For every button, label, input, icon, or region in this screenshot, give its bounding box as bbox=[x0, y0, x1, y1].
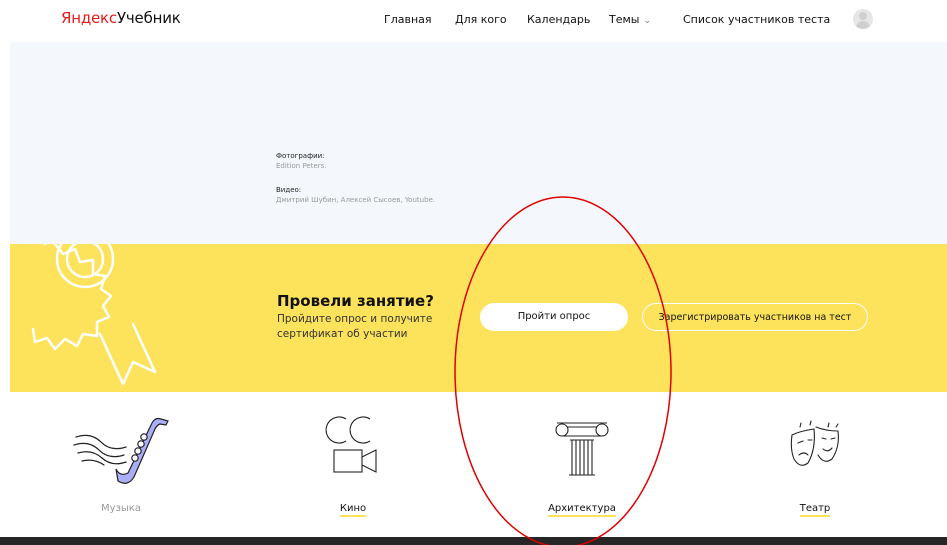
video-title: Видео: bbox=[276, 186, 302, 194]
promo-banner: Провели занятие? Пройдите опрос и получи… bbox=[10, 244, 947, 392]
nav-participants-list[interactable]: Список участников теста bbox=[683, 13, 830, 26]
cinema-icon bbox=[325, 416, 377, 473]
topic-music[interactable]: Музыка bbox=[41, 392, 201, 537]
topic-cinema-text: Кино bbox=[339, 503, 367, 517]
header: ЯндексУчебник Главная Для кого Календарь… bbox=[0, 0, 947, 42]
saxophone-icon bbox=[73, 417, 169, 484]
promo-subtitle: Пройдите опрос и получите сертификат об … bbox=[277, 313, 433, 340]
chevron-down-icon: ⌄ bbox=[643, 16, 652, 26]
medal-icon bbox=[31, 244, 157, 386]
content-band bbox=[10, 42, 947, 244]
topics-row: Музыка Кино Архитектура Театр bbox=[0, 392, 947, 537]
topic-architecture-text: Архитектура bbox=[548, 503, 616, 517]
promo-title: Провели занятие? bbox=[277, 292, 434, 310]
topic-music-text: Музыка bbox=[101, 503, 141, 514]
column-icon bbox=[555, 422, 609, 476]
topic-architecture[interactable]: Архитектура bbox=[502, 392, 662, 537]
take-survey-button[interactable]: Пройти опрос bbox=[480, 303, 628, 331]
nav-calendar[interactable]: Календарь bbox=[527, 13, 590, 26]
footer-bar bbox=[0, 537, 947, 545]
topic-theatre-text: Театр bbox=[799, 503, 831, 517]
theatre-masks-icon bbox=[790, 420, 839, 466]
photos-value: Edition Peters. bbox=[276, 162, 327, 170]
topic-cinema[interactable]: Кино bbox=[273, 392, 433, 537]
topic-theatre-label: Театр bbox=[735, 503, 895, 517]
register-participants-button[interactable]: Зарегистрировать участников на тест bbox=[642, 303, 868, 331]
photos-title: Фотографии: bbox=[276, 152, 325, 160]
nav-home[interactable]: Главная bbox=[384, 13, 432, 26]
credits: Фотографии: Edition Peters. Видео: Дмитр… bbox=[276, 151, 435, 205]
topic-cinema-label: Кино bbox=[273, 503, 433, 517]
topic-theatre[interactable]: Театр bbox=[735, 392, 895, 537]
nav-themes-label: Темы bbox=[609, 13, 640, 26]
main-nav: Главная Для кого Календарь Темы ⌄ Список … bbox=[0, 13, 947, 31]
nav-themes[interactable]: Темы ⌄ bbox=[609, 13, 651, 26]
nav-for-whom[interactable]: Для кого bbox=[455, 13, 507, 26]
video-value: Дмитрий Шубин, Алексей Сысоев, Youtube. bbox=[276, 196, 436, 204]
user-avatar-icon[interactable] bbox=[853, 9, 873, 29]
topic-architecture-label: Архитектура bbox=[502, 503, 662, 517]
topic-music-label: Музыка bbox=[41, 503, 201, 514]
